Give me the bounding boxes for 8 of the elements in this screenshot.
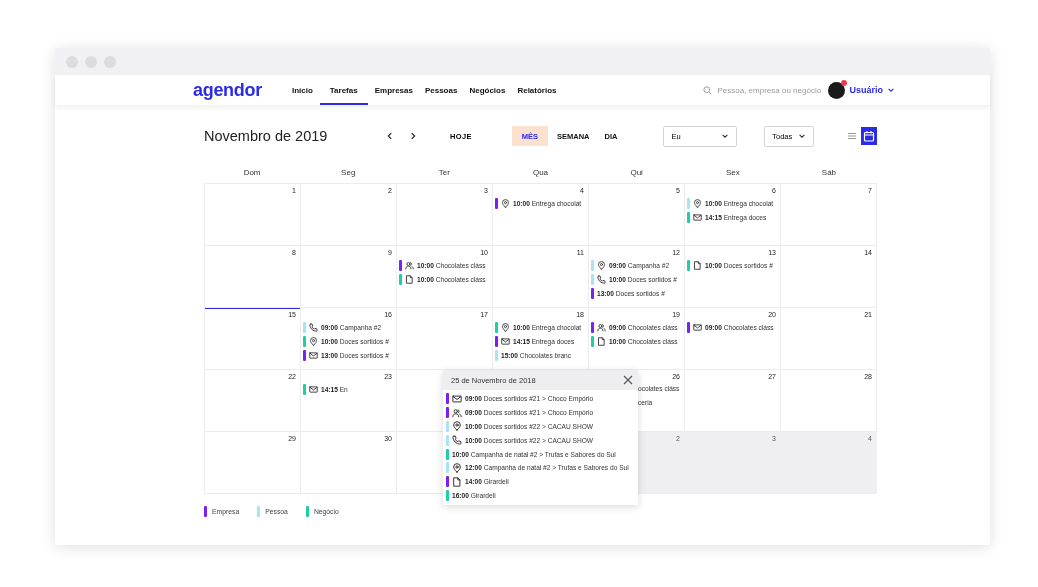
weekday-header: Ter (437, 167, 451, 179)
weekday-header: Seg (340, 167, 357, 179)
weekday-header: Dom (242, 167, 262, 179)
weekday-header: Sáb (820, 167, 838, 179)
weekday-header: Sex (724, 167, 741, 179)
weekday-header: Qua (531, 167, 550, 179)
weekday-header: Qui (629, 167, 644, 179)
month-title: Novembro de 2019 (204, 128, 329, 144)
